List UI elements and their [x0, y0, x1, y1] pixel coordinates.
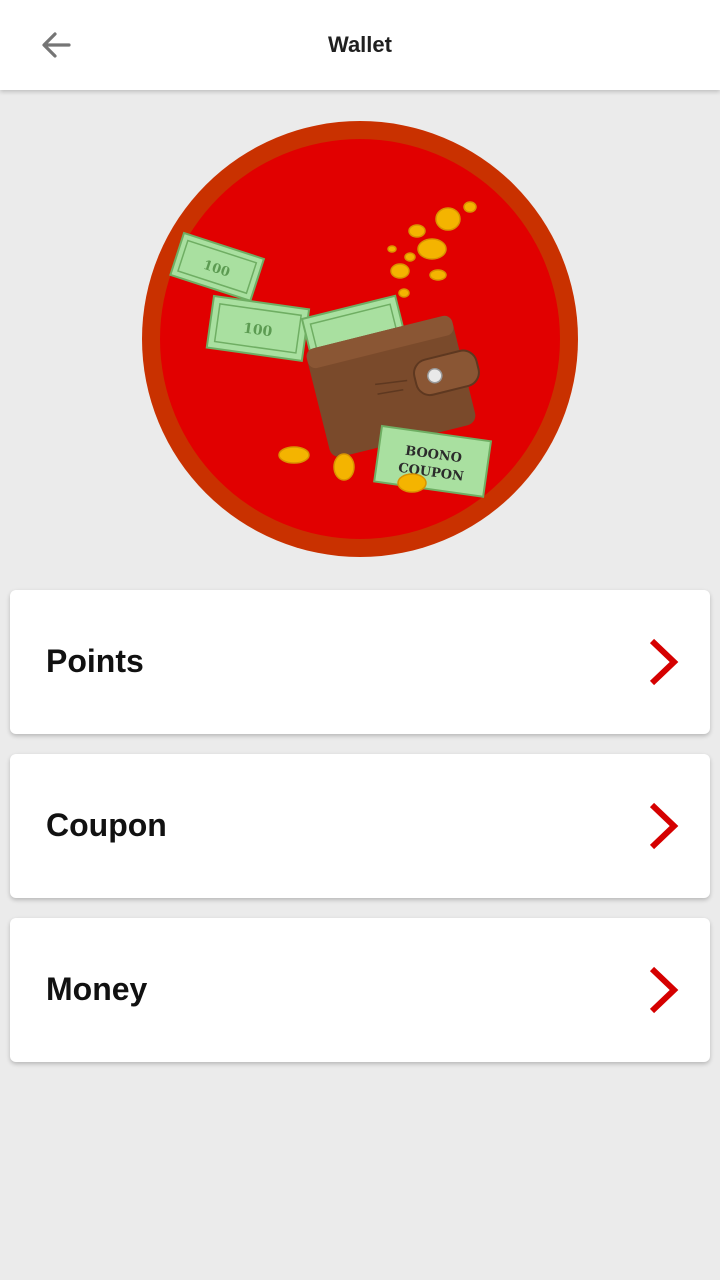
- menu-item-money[interactable]: Money: [10, 918, 710, 1062]
- page-title: Wallet: [328, 32, 392, 57]
- menu-item-coupon[interactable]: Coupon: [10, 754, 710, 898]
- chevron-right-icon: [649, 638, 679, 686]
- wallet-illustration: 100 100 BOONO COUPON: [142, 121, 578, 557]
- menu-item-points[interactable]: Points: [10, 590, 710, 734]
- menu-item-label: Money: [46, 971, 148, 1007]
- chevron-right-icon: [649, 966, 679, 1014]
- chevron-right-icon: [649, 802, 679, 850]
- app-bar: Wallet: [0, 0, 720, 90]
- menu-item-label: Points: [46, 643, 144, 679]
- menu-item-label: Coupon: [46, 807, 167, 843]
